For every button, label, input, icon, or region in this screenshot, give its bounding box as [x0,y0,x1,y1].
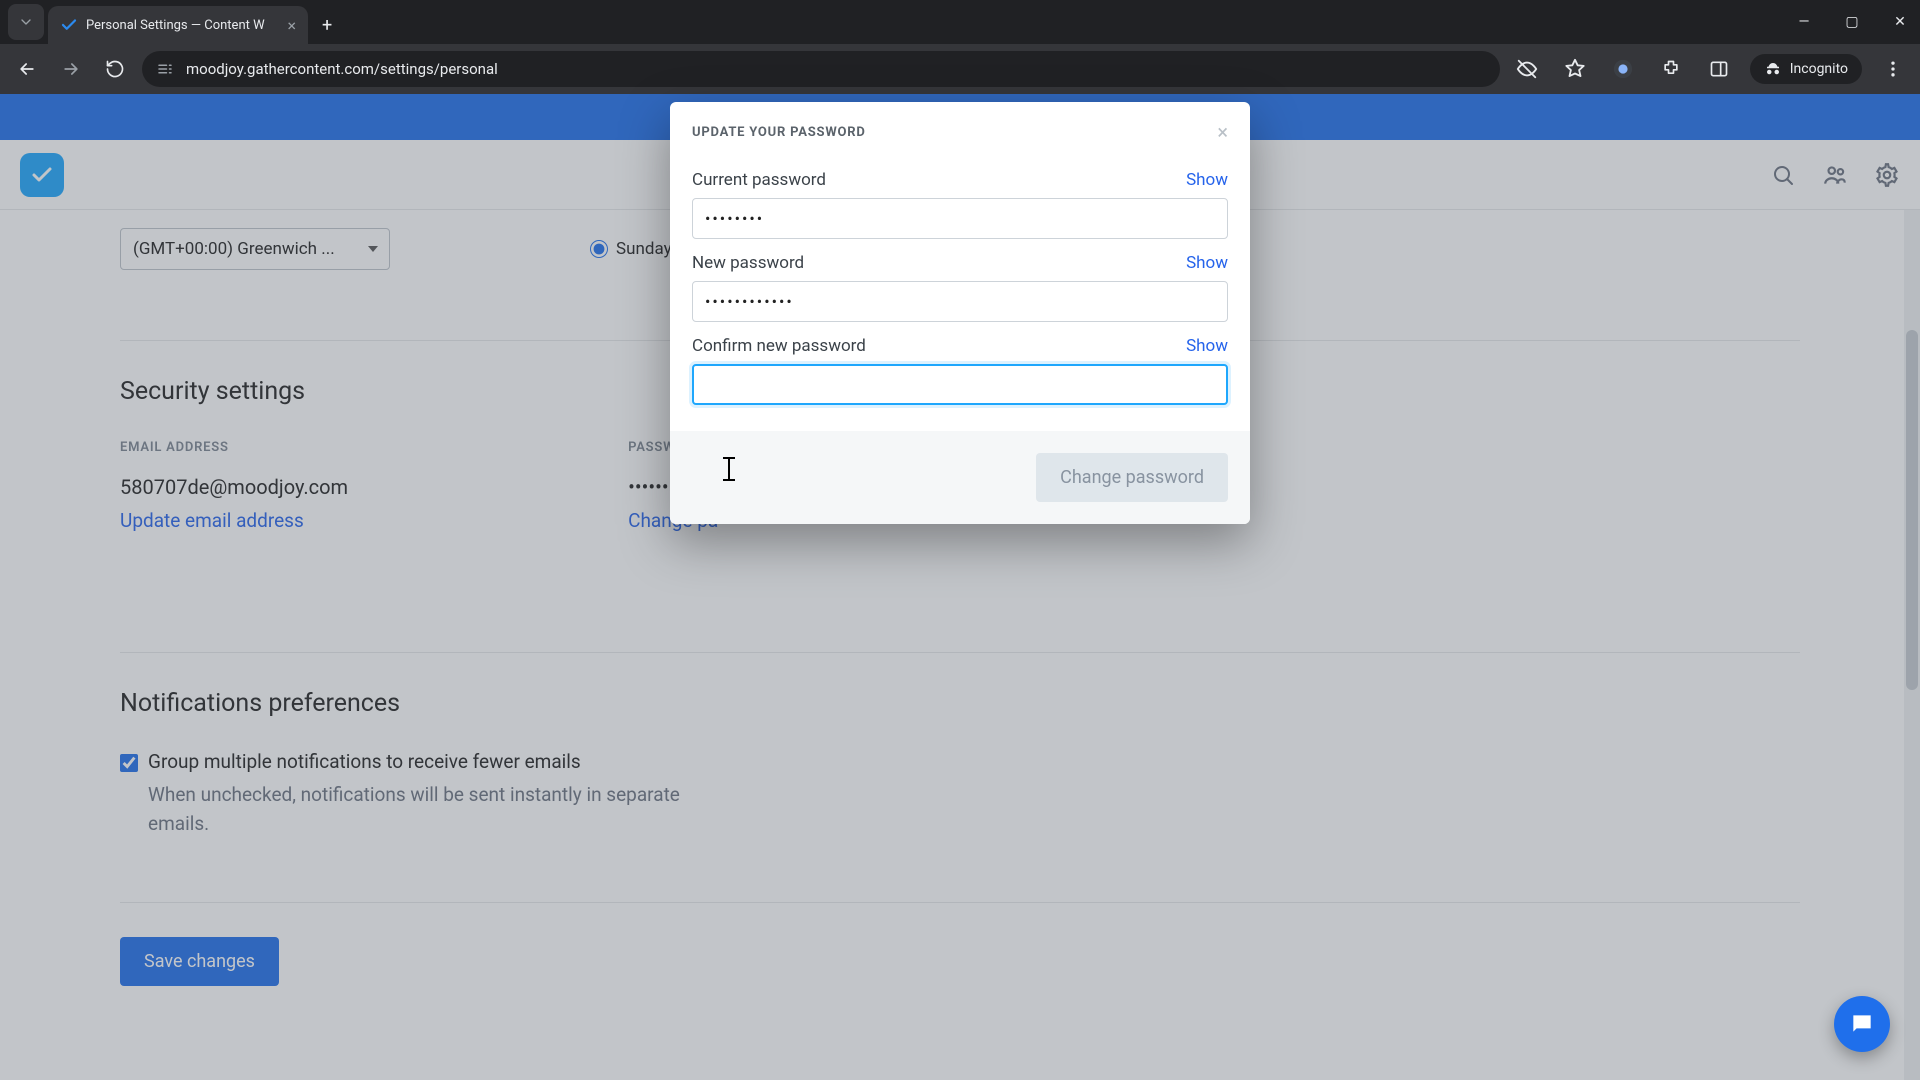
window-maximize-icon[interactable]: ▢ [1840,14,1864,30]
confirm-password-label: Confirm new password [692,336,866,356]
show-new-password-link[interactable]: Show [1186,253,1228,273]
incognito-indicator[interactable]: Incognito [1750,54,1862,84]
show-confirm-password-link[interactable]: Show [1186,336,1228,356]
current-password-input[interactable] [692,198,1228,239]
browser-tab[interactable]: Personal Settings — Content W × [48,6,308,44]
change-password-button[interactable]: Change password [1036,453,1228,502]
reload-button[interactable] [98,52,132,86]
sidepanel-icon[interactable] [1702,52,1736,86]
kebab-menu-icon[interactable] [1876,52,1910,86]
new-password-label: New password [692,253,804,273]
incognito-label: Incognito [1790,61,1848,77]
window-controls: ― ▢ ✕ [1792,0,1920,44]
chat-icon [1849,1011,1875,1037]
tab-search-button[interactable] [8,4,44,40]
current-password-label: Current password [692,170,826,190]
extensions-icon[interactable] [1654,52,1688,86]
tab-close-icon[interactable]: × [287,16,296,35]
confirm-password-input[interactable] [692,364,1228,405]
window-close-icon[interactable]: ✕ [1888,14,1912,30]
url-text: moodjoy.gathercontent.com/settings/perso… [186,60,498,78]
forward-button[interactable] [54,52,88,86]
update-password-modal: UPDATE YOUR PASSWORD × Current password … [670,102,1250,524]
browser-toolbar: moodjoy.gathercontent.com/settings/perso… [0,44,1920,94]
page-viewport: You only have 14 days remaining in your … [0,94,1920,1080]
bookmark-star-icon[interactable] [1558,52,1592,86]
tab-title: Personal Settings — Content W [86,18,279,33]
back-button[interactable] [10,52,44,86]
site-settings-icon[interactable] [156,60,174,78]
new-tab-button[interactable]: + [322,15,332,36]
new-password-input[interactable] [692,281,1228,322]
hide-password-icon[interactable] [1510,52,1544,86]
tab-favicon-icon [60,16,78,34]
modal-close-icon[interactable]: × [1217,120,1228,144]
chat-fab[interactable] [1834,996,1890,1052]
window-minimize-icon[interactable]: ― [1792,14,1816,30]
browser-tab-strip: Personal Settings — Content W × + ― ▢ ✕ [0,0,1920,44]
profile-avatar-icon[interactable] [1606,52,1640,86]
modal-title: UPDATE YOUR PASSWORD [692,125,866,140]
show-current-password-link[interactable]: Show [1186,170,1228,190]
address-bar[interactable]: moodjoy.gathercontent.com/settings/perso… [142,51,1500,87]
